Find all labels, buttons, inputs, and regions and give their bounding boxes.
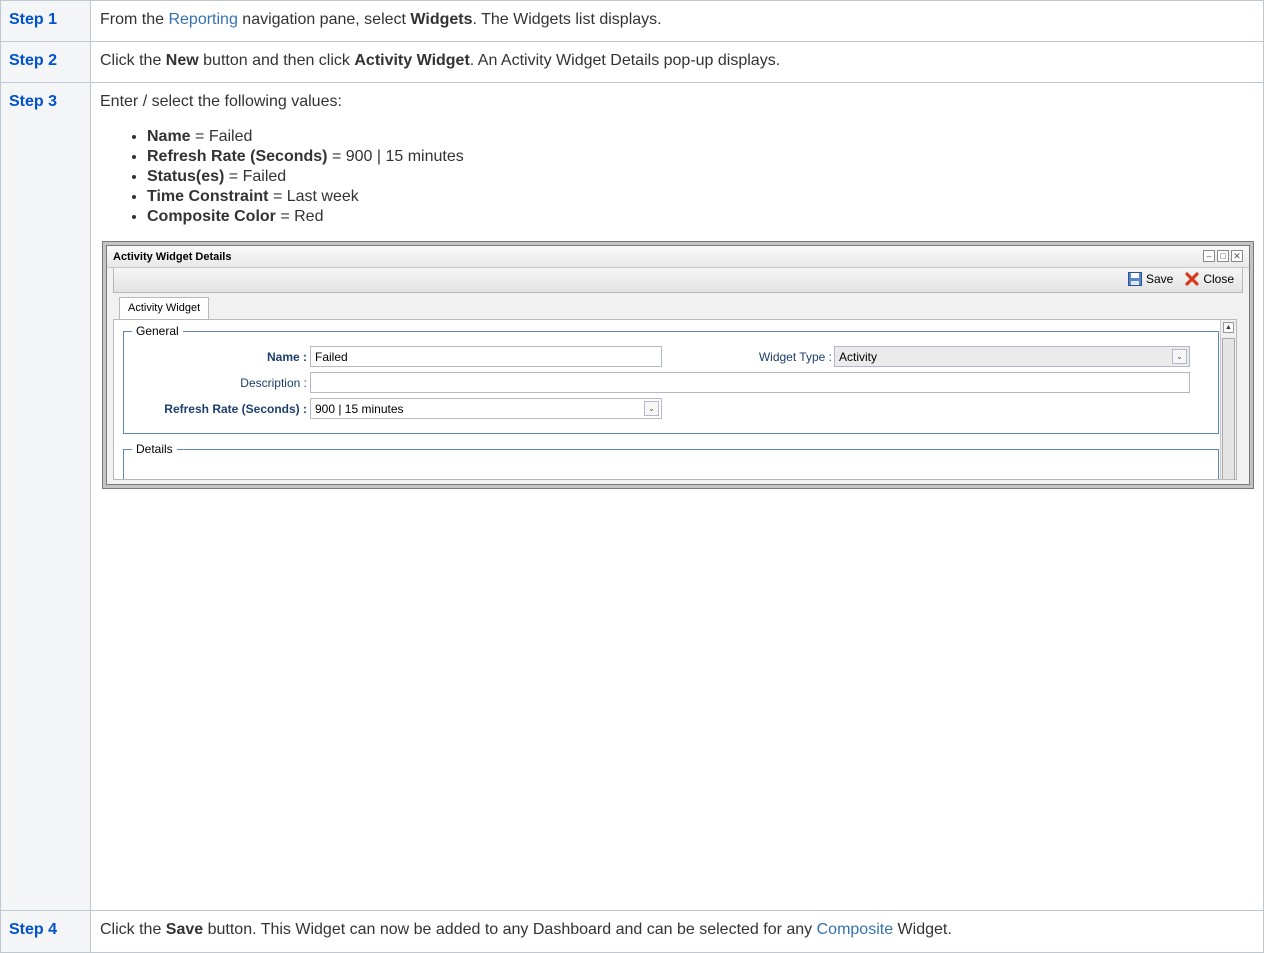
name-field[interactable]: Failed bbox=[310, 346, 662, 367]
step-4-text: Click the Save button. This Widget can n… bbox=[90, 910, 1264, 953]
step-2-text: Click the New button and then click Acti… bbox=[90, 41, 1264, 83]
description-label: Description : bbox=[240, 376, 307, 390]
vertical-scrollbar[interactable]: ▲ bbox=[1220, 320, 1236, 479]
name-label: Name : bbox=[266, 350, 307, 364]
widget-type-select[interactable]: Activity ⌄ bbox=[834, 346, 1190, 367]
composite-link[interactable]: Composite bbox=[817, 921, 893, 938]
list-item: Time Constraint = Last week bbox=[147, 187, 1263, 207]
reporting-link[interactable]: Reporting bbox=[168, 11, 237, 28]
refresh-rate-select[interactable]: 900 | 15 minutes ⌄ bbox=[310, 398, 662, 419]
tab-activity-widget[interactable]: Activity Widget bbox=[119, 297, 210, 319]
step-3-intro: Enter / select the following values: bbox=[100, 93, 342, 110]
scroll-up-icon[interactable]: ▲ bbox=[1223, 322, 1234, 333]
general-fieldset: General Name : Failed Widget Type : Acti… bbox=[123, 324, 1219, 434]
toolbar-close-button[interactable]: Close bbox=[1185, 272, 1234, 286]
minimize-icon[interactable]: – bbox=[1203, 250, 1215, 262]
description-field[interactable] bbox=[310, 372, 1190, 393]
dialog-toolbar: Save Close bbox=[113, 268, 1243, 293]
form-panel: General Name : Failed Widget Type : Acti… bbox=[113, 319, 1237, 480]
toolbar-save-button[interactable]: Save bbox=[1127, 272, 1173, 286]
step-1-label: Step 1 bbox=[0, 0, 91, 42]
step-1-text: From the Reporting navigation pane, sele… bbox=[90, 0, 1264, 42]
save-icon bbox=[1127, 272, 1142, 286]
list-item: Name = Failed bbox=[147, 127, 1263, 147]
widget-type-label: Widget Type : bbox=[758, 350, 832, 364]
details-fieldset: Details bbox=[123, 442, 1219, 479]
close-window-icon[interactable]: ✕ bbox=[1231, 250, 1243, 262]
chevron-down-icon: ⌄ bbox=[644, 401, 659, 416]
dialog-tabs: Activity Widget bbox=[113, 293, 1243, 319]
list-item: Status(es) = Failed bbox=[147, 167, 1263, 187]
close-icon bbox=[1185, 272, 1199, 286]
refresh-rate-label: Refresh Rate (Seconds) : bbox=[164, 402, 307, 416]
step-3-content: Enter / select the following values: Nam… bbox=[90, 82, 1264, 911]
step-2-label: Step 2 bbox=[0, 41, 91, 83]
activity-widget-dialog: Activity Widget Details – □ ✕ Save Close… bbox=[106, 245, 1250, 485]
general-legend: General bbox=[136, 324, 179, 338]
list-item: Composite Color = Red bbox=[147, 207, 1263, 227]
values-list: Name = Failed Refresh Rate (Seconds) = 9… bbox=[100, 127, 1263, 227]
maximize-icon[interactable]: □ bbox=[1217, 250, 1229, 262]
list-item: Refresh Rate (Seconds) = 900 | 15 minute… bbox=[147, 147, 1263, 167]
scroll-thumb[interactable] bbox=[1222, 338, 1235, 479]
dialog-title: Activity Widget Details – □ ✕ bbox=[107, 246, 1249, 268]
steps-table: Step 1 From the Reporting navigation pan… bbox=[0, 0, 1264, 953]
details-legend: Details bbox=[136, 442, 173, 456]
step-4-label: Step 4 bbox=[0, 910, 91, 953]
chevron-down-icon: ⌄ bbox=[1172, 349, 1187, 364]
step-3-label: Step 3 bbox=[0, 82, 91, 911]
